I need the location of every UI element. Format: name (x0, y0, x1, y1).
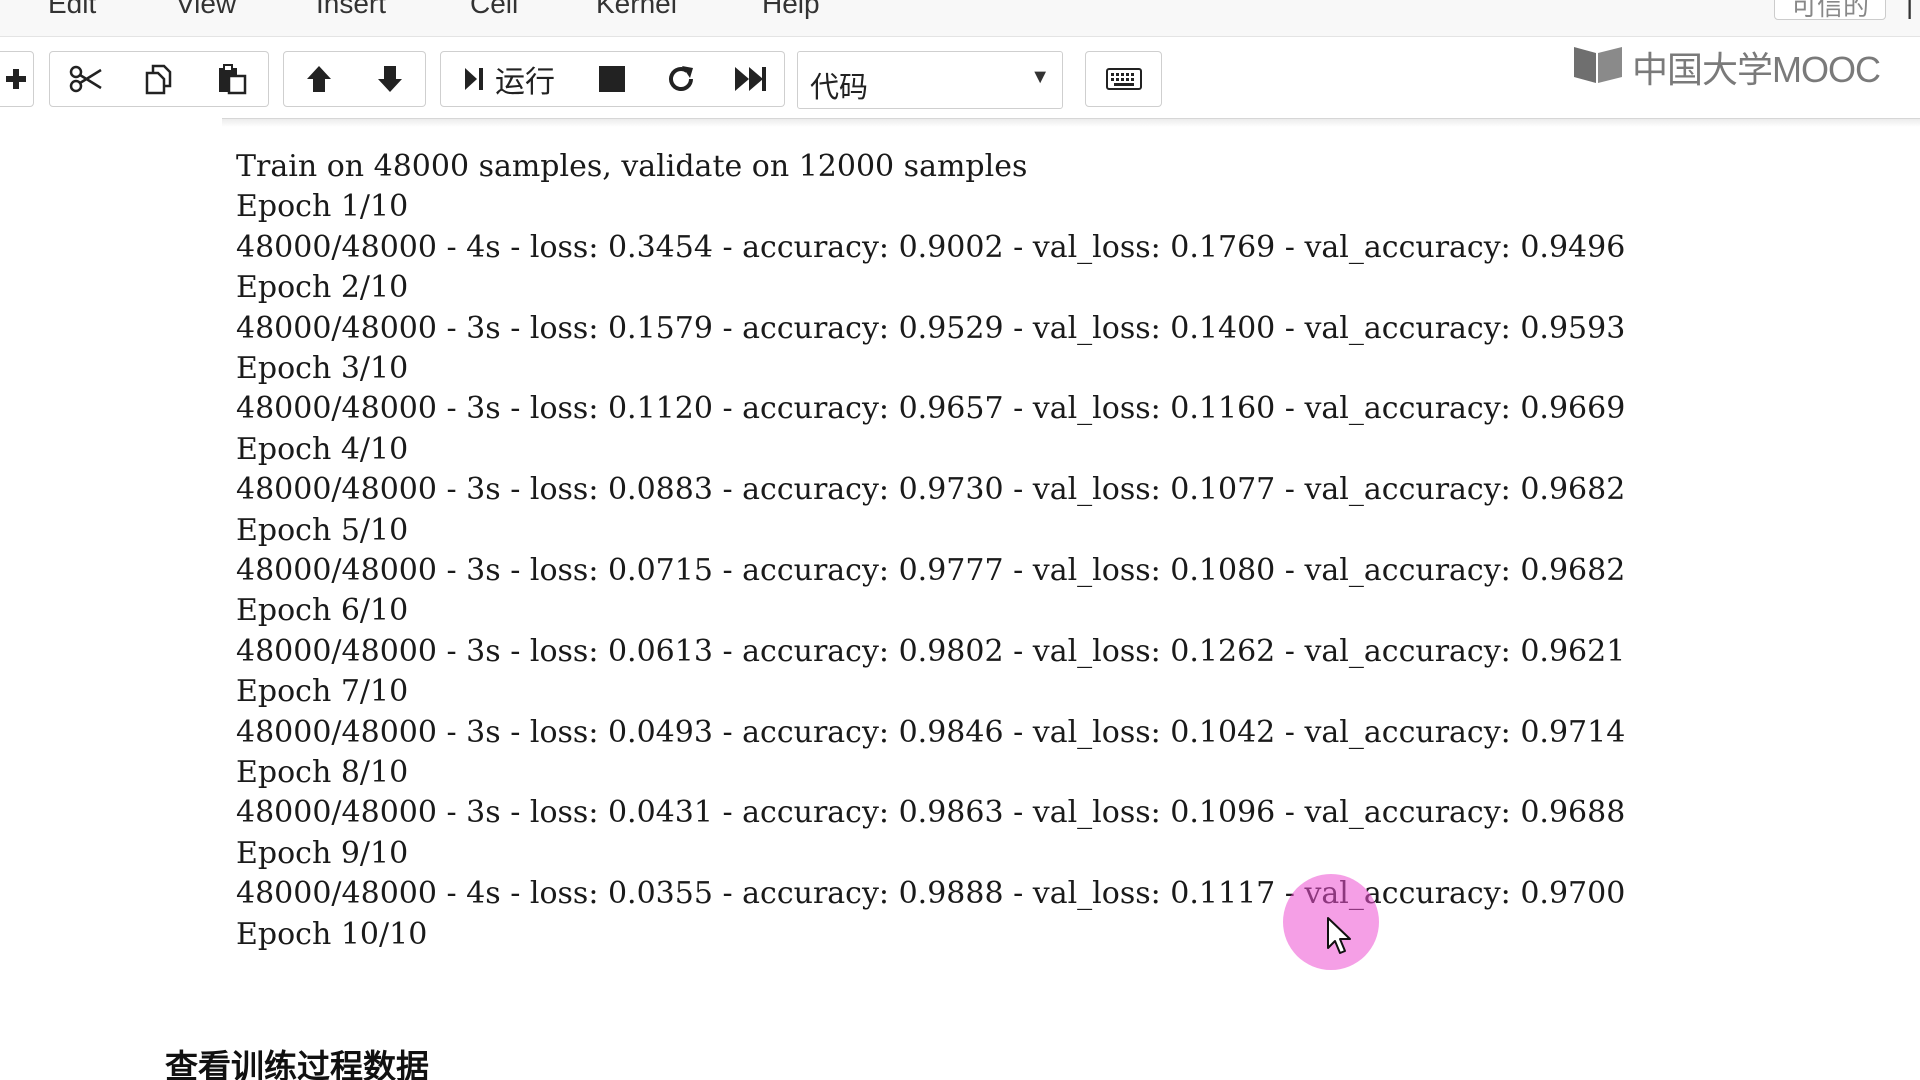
mooc-watermark: 中国大学MOOC (1572, 43, 1881, 92)
output-line: 48000/48000 - 3s - loss: 0.0493 - accura… (236, 714, 1626, 750)
move-up-icon (304, 64, 334, 94)
output-line: Epoch 2/10 (236, 270, 409, 306)
restart-run-all-icon (733, 65, 767, 93)
cut-icon (69, 64, 103, 94)
restart-icon (665, 63, 697, 95)
run-label: 运行 (495, 66, 555, 99)
output-line: Epoch 7/10 (236, 674, 409, 710)
output-line: Epoch 6/10 (236, 593, 409, 629)
mooc-logo-icon (1572, 43, 1626, 92)
menu-cell[interactable]: Cell (470, 0, 518, 22)
mooc-text: 中国大学MOOC (1632, 49, 1881, 90)
menu-view[interactable]: View (176, 0, 236, 22)
keyboard-shortcuts-button[interactable] (1085, 51, 1162, 107)
insert-cell-below-icon (5, 68, 27, 90)
trusted-indicator[interactable]: 可信的 (1774, 0, 1886, 21)
menu-overflow-icon: | (1906, 0, 1914, 19)
copy-icon (143, 63, 175, 95)
output-line: 48000/48000 - 3s - loss: 0.0715 - accura… (236, 553, 1626, 588)
run-icon (463, 66, 485, 92)
output-line: 48000/48000 - 3s - loss: 0.1579 - accura… (236, 310, 1626, 346)
output-line: Epoch 1/10 (236, 189, 409, 225)
paste-icon (216, 63, 248, 95)
copy-button[interactable] (122, 51, 196, 107)
menu-edit[interactable]: Edit (48, 0, 96, 22)
restart-run-all-button[interactable] (715, 51, 785, 107)
output-line: Epoch 5/10 (236, 512, 409, 548)
cut-button[interactable] (49, 51, 123, 107)
output-line: 48000/48000 - 3s - loss: 0.0613 - accura… (236, 633, 1626, 669)
move-down-icon (375, 64, 405, 94)
menu-kernel[interactable]: Kernel (596, 0, 677, 22)
output-line: Epoch 10/10 (236, 916, 428, 952)
output-line: 48000/48000 - 3s - loss: 0.0431 - accura… (236, 795, 1626, 831)
cell-type-value: 代码 (810, 72, 869, 104)
keyboard-icon (1105, 68, 1142, 90)
jupyter-notebook-window: Edit View Insert Cell Kernel Help 可信的 | (0, 0, 1920, 1080)
menu-insert[interactable]: Insert (316, 0, 386, 22)
restart-kernel-button[interactable] (646, 51, 716, 107)
output-line: 48000/48000 - 4s - loss: 0.3454 - accura… (236, 229, 1626, 265)
move-cell-up-button[interactable] (283, 51, 355, 107)
interrupt-kernel-button[interactable] (577, 51, 647, 107)
menu-bar: Edit View Insert Cell Kernel Help 可信的 | (0, 0, 1920, 37)
cell-output: Train on 48000 samples, validate on 1200… (236, 147, 1625, 952)
run-cell-button[interactable]: 运行 (440, 51, 578, 107)
output-line: Epoch 8/10 (236, 755, 409, 790)
output-line: Epoch 9/10 (236, 835, 409, 871)
output-line: 48000/48000 - 4s - loss: 0.0355 - accura… (236, 876, 1626, 912)
stop-icon (598, 65, 626, 93)
output-line: 48000/48000 - 3s - loss: 0.1120 - accura… (236, 391, 1626, 427)
output-line: 48000/48000 - 3s - loss: 0.0883 - accura… (236, 472, 1626, 508)
chevron-down-icon: ▼ (1030, 66, 1050, 88)
insert-cell-button[interactable] (0, 51, 34, 107)
toolbar-divider (222, 118, 1920, 127)
paste-button[interactable] (195, 51, 269, 107)
output-line: Epoch 4/10 (236, 431, 409, 467)
cell-type-select[interactable]: 代码 ▼ (797, 51, 1063, 109)
mouse-pointer-icon (1326, 916, 1354, 961)
output-line: Train on 48000 samples, validate on 1200… (236, 149, 1028, 184)
output-line: Epoch 3/10 (236, 351, 409, 386)
move-cell-down-button[interactable] (354, 51, 426, 107)
menu-help[interactable]: Help (762, 0, 820, 22)
section-heading: 查看训练过程数据 (165, 1047, 429, 1080)
